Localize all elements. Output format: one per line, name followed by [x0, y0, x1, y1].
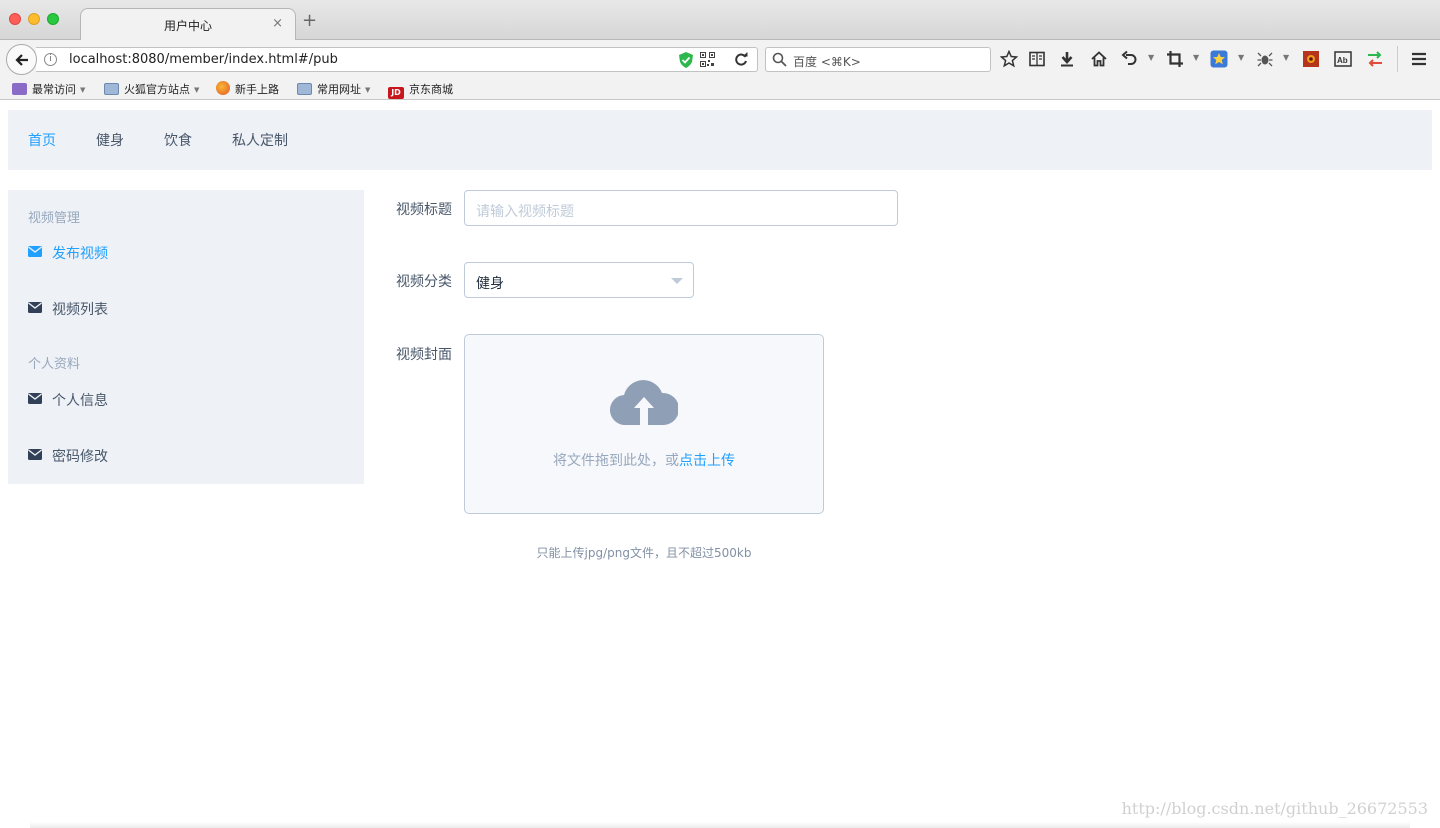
tab-title: 用户中心 [163, 19, 212, 33]
upload-text: 将文件拖到此处，或 [553, 453, 679, 469]
upload-tip: 只能上传jpg/png文件，且不超过500kb [536, 546, 752, 560]
click-upload-link[interactable]: 点击上传 [679, 453, 735, 469]
top-nav-custom[interactable]: 私人定制 [232, 130, 288, 150]
chevron-down-icon: ▼ [80, 86, 86, 94]
shield-icon[interactable] [679, 52, 693, 68]
video-category-select[interactable]: 健身 [464, 262, 694, 298]
sidebar-item-profile[interactable]: 个人信息 [28, 390, 348, 410]
undo-icon[interactable] [1120, 50, 1138, 68]
url-text[interactable]: localhost:8080/member/index.html#/pub [69, 52, 338, 67]
sidebar-item-label: 视频列表 [52, 302, 108, 318]
svg-text:Ab: Ab [1337, 56, 1348, 65]
video-category-value: 健身 [476, 276, 504, 292]
new-tab-button[interactable]: + [302, 12, 317, 30]
favorites-dropdown-icon[interactable]: ▼ [1238, 53, 1244, 62]
qr-code-icon[interactable] [700, 52, 715, 67]
bookmark-label: 常用网址 [317, 83, 361, 96]
envelope-icon [28, 449, 42, 460]
bookmark-label: 京东商城 [409, 83, 453, 96]
top-nav-menu: 首页 健身 饮食 私人定制 [8, 110, 1432, 170]
sidebar-group-title: 视频管理 [28, 211, 81, 226]
sidebar-item-video-list[interactable]: 视频列表 [28, 299, 348, 319]
back-arrow-icon [15, 54, 28, 66]
sidebar-item-publish-video[interactable]: 发布视频 [28, 243, 348, 263]
crop-icon[interactable] [1166, 50, 1184, 68]
download-icon[interactable] [1058, 50, 1076, 68]
jd-logo-icon: JD [388, 87, 404, 99]
video-cover-label: 视频封面 [396, 347, 452, 363]
window-bottom-shadow [30, 822, 1410, 828]
envelope-icon [28, 302, 42, 313]
most-visited-icon [12, 83, 27, 95]
crop-dropdown-icon[interactable]: ▼ [1193, 53, 1199, 62]
video-title-label: 视频标题 [396, 202, 452, 218]
browser-titlebar: 用户中心 × + [0, 0, 1440, 40]
firefox-icon [216, 81, 230, 95]
sidebar: 视频管理 发布视频 视频列表 个人资料 个人信息 密码修改 [8, 190, 364, 484]
page-viewport: 首页 健身 饮食 私人定制 视频管理 发布视频 视频列表 个人资料 个人信息 密… [0, 101, 1440, 828]
bookmark-star-icon[interactable] [1000, 50, 1018, 68]
top-nav-home[interactable]: 首页 [28, 130, 56, 150]
reading-list-icon[interactable] [1028, 50, 1046, 68]
top-nav-diet[interactable]: 饮食 [164, 130, 192, 150]
home-icon[interactable] [1090, 50, 1108, 68]
browser-navbar: i localhost:8080/member/index.html#/pub [0, 40, 1440, 78]
tab-close-icon[interactable]: × [272, 16, 283, 31]
sidebar-item-label: 密码修改 [52, 449, 108, 465]
video-title-input[interactable]: 请输入视频标题 [464, 190, 898, 226]
adblock-icon[interactable]: Ab [1334, 50, 1352, 68]
sidebar-group-title: 个人资料 [28, 357, 81, 372]
folder-icon [297, 83, 312, 95]
toolbar-divider [1397, 46, 1398, 72]
top-nav-fitness[interactable]: 健身 [96, 130, 124, 150]
sync-arrows-icon[interactable] [1366, 50, 1384, 68]
window-minimize-button[interactable] [28, 13, 40, 25]
upload-instructions: 将文件拖到此处，或点击上传 [465, 450, 823, 470]
video-category-label: 视频分类 [396, 274, 452, 290]
bookmark-getting-started[interactable]: 新手上路 [216, 81, 279, 97]
bug-dropdown-icon[interactable]: ▼ [1283, 53, 1289, 62]
bookmark-jd[interactable]: JD 京东商城 [388, 81, 453, 99]
search-placeholder: 百度 <⌘K> [793, 55, 861, 69]
chevron-down-icon: ▼ [365, 86, 371, 94]
folder-icon [104, 83, 119, 95]
envelope-icon [28, 393, 42, 404]
cloud-upload-icon [610, 380, 678, 426]
bookmark-label: 火狐官方站点 [124, 83, 190, 96]
bookmarks-bar: 最常访问 ▼ 火狐官方站点 ▼ 新手上路 常用网址 ▼ JD 京东商城 [0, 78, 1440, 100]
watermark: http://blog.csdn.net/github_26672553 [1121, 799, 1428, 818]
window-close-button[interactable] [9, 13, 21, 25]
chevron-down-icon: ▼ [194, 86, 200, 94]
reload-icon[interactable] [733, 52, 749, 68]
search-icon [772, 52, 787, 67]
bookmark-common-sites[interactable]: 常用网址 ▼ [297, 81, 370, 97]
hamburger-menu-icon[interactable] [1410, 50, 1428, 68]
extension-firebug-icon[interactable] [1302, 50, 1320, 68]
address-bar[interactable]: i localhost:8080/member/index.html#/pub [36, 47, 758, 72]
info-icon[interactable]: i [44, 53, 57, 66]
sidebar-item-change-password[interactable]: 密码修改 [28, 446, 348, 466]
browser-tab[interactable]: 用户中心 × [80, 8, 296, 40]
bookmark-label: 新手上路 [235, 83, 279, 96]
video-title-placeholder: 请输入视频标题 [476, 204, 574, 220]
search-input[interactable]: 百度 <⌘K> [765, 47, 991, 72]
bookmark-most-visited[interactable]: 最常访问 ▼ [12, 81, 85, 97]
bookmark-label: 最常访问 [32, 83, 76, 96]
favorites-star-icon[interactable] [1210, 50, 1228, 68]
sidebar-item-label: 个人信息 [52, 393, 108, 409]
envelope-icon [28, 246, 42, 257]
undo-dropdown-icon[interactable]: ▼ [1148, 53, 1154, 62]
sidebar-item-label: 发布视频 [52, 246, 108, 262]
cover-upload-dropzone[interactable]: 将文件拖到此处，或点击上传 [464, 334, 824, 514]
caret-down-icon [671, 278, 683, 284]
bug-icon[interactable] [1256, 50, 1274, 68]
window-maximize-button[interactable] [47, 13, 59, 25]
back-button[interactable] [6, 44, 37, 75]
bookmark-firefox-sites[interactable]: 火狐官方站点 ▼ [104, 81, 199, 97]
